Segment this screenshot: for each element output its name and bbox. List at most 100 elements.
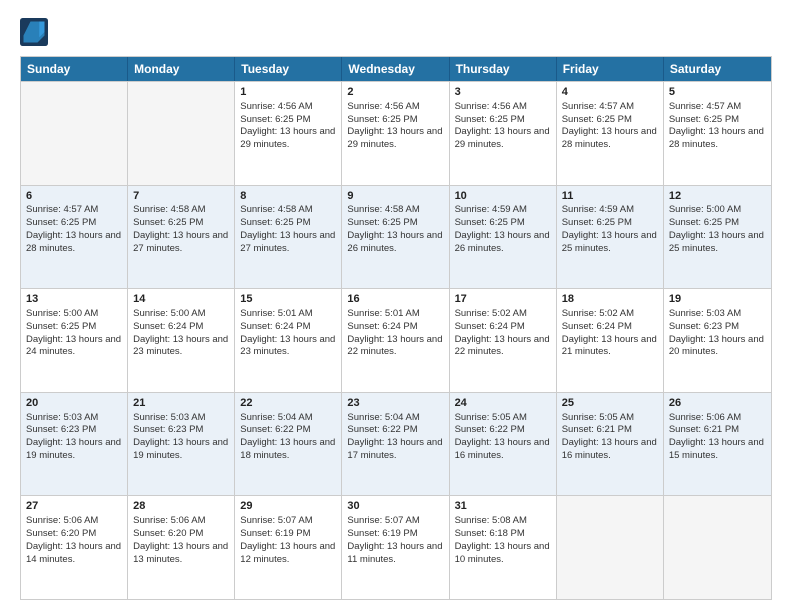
day-info: Sunset: 6:22 PM — [455, 424, 551, 437]
calendar-header: SundayMondayTuesdayWednesdayThursdayFrid… — [21, 57, 771, 81]
calendar-empty-cell — [21, 82, 128, 185]
day-info: Daylight: 13 hours and 15 minutes. — [669, 437, 766, 463]
day-info: Sunset: 6:25 PM — [240, 217, 336, 230]
day-info: Daylight: 13 hours and 24 minutes. — [26, 334, 122, 360]
day-number: 13 — [26, 292, 122, 307]
day-number: 2 — [347, 85, 443, 100]
day-info: Daylight: 13 hours and 11 minutes. — [347, 541, 443, 567]
calendar-day-10: 10Sunrise: 4:59 AMSunset: 6:25 PMDayligh… — [450, 186, 557, 289]
day-info: Sunrise: 4:58 AM — [240, 204, 336, 217]
day-info: Sunset: 6:25 PM — [347, 217, 443, 230]
day-info: Daylight: 13 hours and 27 minutes. — [133, 230, 229, 256]
day-info: Sunrise: 5:04 AM — [240, 412, 336, 425]
day-info: Daylight: 13 hours and 19 minutes. — [26, 437, 122, 463]
day-number: 30 — [347, 499, 443, 514]
day-info: Sunset: 6:25 PM — [455, 217, 551, 230]
day-info: Daylight: 13 hours and 29 minutes. — [455, 126, 551, 152]
weekday-header: Tuesday — [235, 57, 342, 81]
day-number: 10 — [455, 189, 551, 204]
day-info: Sunset: 6:25 PM — [562, 114, 658, 127]
calendar-empty-cell — [128, 82, 235, 185]
day-info: Sunrise: 5:00 AM — [26, 308, 122, 321]
day-info: Sunset: 6:25 PM — [26, 217, 122, 230]
day-info: Daylight: 13 hours and 25 minutes. — [562, 230, 658, 256]
day-info: Daylight: 13 hours and 22 minutes. — [455, 334, 551, 360]
day-info: Daylight: 13 hours and 28 minutes. — [669, 126, 766, 152]
day-number: 1 — [240, 85, 336, 100]
day-number: 18 — [562, 292, 658, 307]
day-info: Sunset: 6:24 PM — [133, 321, 229, 334]
calendar-day-9: 9Sunrise: 4:58 AMSunset: 6:25 PMDaylight… — [342, 186, 449, 289]
day-info: Sunset: 6:25 PM — [669, 114, 766, 127]
day-info: Sunset: 6:24 PM — [347, 321, 443, 334]
day-info: Sunset: 6:25 PM — [240, 114, 336, 127]
day-number: 23 — [347, 396, 443, 411]
day-info: Sunrise: 5:06 AM — [133, 515, 229, 528]
day-info: Sunrise: 5:05 AM — [562, 412, 658, 425]
day-number: 29 — [240, 499, 336, 514]
day-info: Sunrise: 5:04 AM — [347, 412, 443, 425]
day-info: Daylight: 13 hours and 26 minutes. — [455, 230, 551, 256]
day-info: Sunrise: 5:01 AM — [240, 308, 336, 321]
calendar-row: 1Sunrise: 4:56 AMSunset: 6:25 PMDaylight… — [21, 81, 771, 185]
calendar-row: 20Sunrise: 5:03 AMSunset: 6:23 PMDayligh… — [21, 392, 771, 496]
page: SundayMondayTuesdayWednesdayThursdayFrid… — [0, 0, 792, 612]
weekday-header: Friday — [557, 57, 664, 81]
logo — [20, 18, 52, 46]
calendar-day-2: 2Sunrise: 4:56 AMSunset: 6:25 PMDaylight… — [342, 82, 449, 185]
calendar-day-7: 7Sunrise: 4:58 AMSunset: 6:25 PMDaylight… — [128, 186, 235, 289]
day-info: Sunrise: 4:57 AM — [562, 101, 658, 114]
weekday-header: Thursday — [450, 57, 557, 81]
calendar-day-4: 4Sunrise: 4:57 AMSunset: 6:25 PMDaylight… — [557, 82, 664, 185]
day-info: Daylight: 13 hours and 18 minutes. — [240, 437, 336, 463]
day-number: 21 — [133, 396, 229, 411]
day-number: 25 — [562, 396, 658, 411]
day-info: Daylight: 13 hours and 28 minutes. — [26, 230, 122, 256]
day-info: Sunrise: 5:07 AM — [347, 515, 443, 528]
day-info: Sunset: 6:18 PM — [455, 528, 551, 541]
day-info: Sunset: 6:21 PM — [669, 424, 766, 437]
day-info: Sunset: 6:25 PM — [26, 321, 122, 334]
day-number: 9 — [347, 189, 443, 204]
day-info: Daylight: 13 hours and 17 minutes. — [347, 437, 443, 463]
day-info: Sunset: 6:19 PM — [240, 528, 336, 541]
day-info: Daylight: 13 hours and 22 minutes. — [347, 334, 443, 360]
day-info: Sunset: 6:24 PM — [455, 321, 551, 334]
day-info: Daylight: 13 hours and 20 minutes. — [669, 334, 766, 360]
day-info: Sunset: 6:25 PM — [562, 217, 658, 230]
calendar-day-12: 12Sunrise: 5:00 AMSunset: 6:25 PMDayligh… — [664, 186, 771, 289]
day-info: Sunrise: 4:57 AM — [669, 101, 766, 114]
day-info: Daylight: 13 hours and 21 minutes. — [562, 334, 658, 360]
day-info: Daylight: 13 hours and 16 minutes. — [455, 437, 551, 463]
calendar-day-14: 14Sunrise: 5:00 AMSunset: 6:24 PMDayligh… — [128, 289, 235, 392]
calendar-empty-cell — [557, 496, 664, 599]
day-info: Sunset: 6:25 PM — [133, 217, 229, 230]
calendar-day-11: 11Sunrise: 4:59 AMSunset: 6:25 PMDayligh… — [557, 186, 664, 289]
day-info: Sunrise: 5:01 AM — [347, 308, 443, 321]
day-info: Sunset: 6:24 PM — [562, 321, 658, 334]
calendar-day-27: 27Sunrise: 5:06 AMSunset: 6:20 PMDayligh… — [21, 496, 128, 599]
day-number: 8 — [240, 189, 336, 204]
day-info: Sunset: 6:22 PM — [347, 424, 443, 437]
calendar-day-25: 25Sunrise: 5:05 AMSunset: 6:21 PMDayligh… — [557, 393, 664, 496]
calendar-day-24: 24Sunrise: 5:05 AMSunset: 6:22 PMDayligh… — [450, 393, 557, 496]
calendar-day-22: 22Sunrise: 5:04 AMSunset: 6:22 PMDayligh… — [235, 393, 342, 496]
calendar-day-1: 1Sunrise: 4:56 AMSunset: 6:25 PMDaylight… — [235, 82, 342, 185]
day-info: Sunset: 6:25 PM — [455, 114, 551, 127]
day-info: Daylight: 13 hours and 26 minutes. — [347, 230, 443, 256]
calendar-day-20: 20Sunrise: 5:03 AMSunset: 6:23 PMDayligh… — [21, 393, 128, 496]
day-info: Sunrise: 5:08 AM — [455, 515, 551, 528]
header — [20, 18, 772, 46]
calendar-row: 13Sunrise: 5:00 AMSunset: 6:25 PMDayligh… — [21, 288, 771, 392]
day-info: Daylight: 13 hours and 10 minutes. — [455, 541, 551, 567]
weekday-header: Monday — [128, 57, 235, 81]
day-number: 26 — [669, 396, 766, 411]
calendar-day-28: 28Sunrise: 5:06 AMSunset: 6:20 PMDayligh… — [128, 496, 235, 599]
calendar-day-16: 16Sunrise: 5:01 AMSunset: 6:24 PMDayligh… — [342, 289, 449, 392]
day-number: 27 — [26, 499, 122, 514]
day-info: Daylight: 13 hours and 27 minutes. — [240, 230, 336, 256]
day-info: Daylight: 13 hours and 13 minutes. — [133, 541, 229, 567]
day-number: 17 — [455, 292, 551, 307]
calendar-row: 6Sunrise: 4:57 AMSunset: 6:25 PMDaylight… — [21, 185, 771, 289]
day-info: Sunrise: 5:02 AM — [562, 308, 658, 321]
